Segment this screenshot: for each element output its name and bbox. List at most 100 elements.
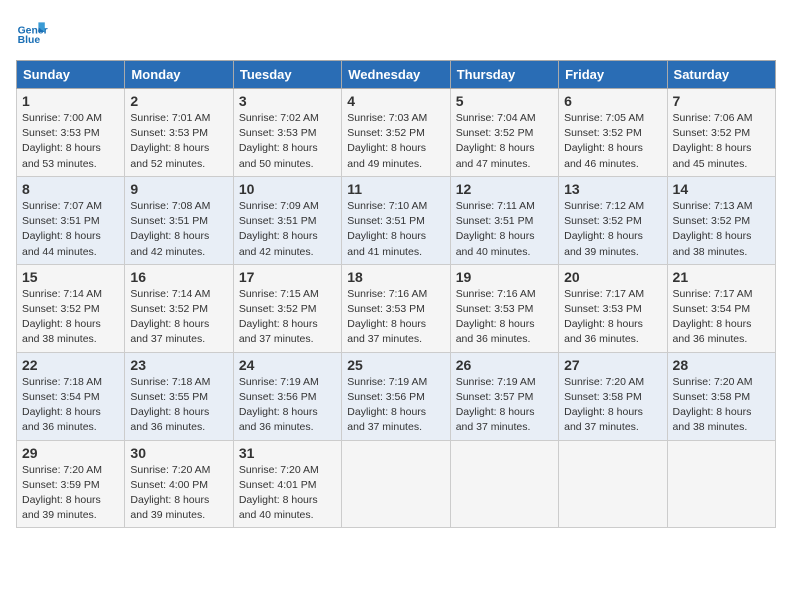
day-info: Sunrise: 7:18 AM Sunset: 3:55 PM Dayligh… xyxy=(130,375,227,436)
day-number: 8 xyxy=(22,181,119,197)
week-row-1: 1 Sunrise: 7:00 AM Sunset: 3:53 PM Dayli… xyxy=(17,89,776,177)
day-info: Sunrise: 7:06 AM Sunset: 3:52 PM Dayligh… xyxy=(673,111,770,172)
day-info: Sunrise: 7:00 AM Sunset: 3:53 PM Dayligh… xyxy=(22,111,119,172)
day-cell: 9 Sunrise: 7:08 AM Sunset: 3:51 PM Dayli… xyxy=(125,176,233,264)
day-cell: 29 Sunrise: 7:20 AM Sunset: 3:59 PM Dayl… xyxy=(17,440,125,528)
day-number: 18 xyxy=(347,269,444,285)
day-info: Sunrise: 7:20 AM Sunset: 3:58 PM Dayligh… xyxy=(564,375,661,436)
header-monday: Monday xyxy=(125,61,233,89)
day-info: Sunrise: 7:19 AM Sunset: 3:57 PM Dayligh… xyxy=(456,375,553,436)
day-info: Sunrise: 7:20 AM Sunset: 3:59 PM Dayligh… xyxy=(22,463,119,524)
logo: General Blue xyxy=(16,16,52,48)
header-wednesday: Wednesday xyxy=(342,61,450,89)
day-number: 4 xyxy=(347,93,444,109)
day-cell xyxy=(450,440,558,528)
day-cell: 20 Sunrise: 7:17 AM Sunset: 3:53 PM Dayl… xyxy=(559,264,667,352)
day-info: Sunrise: 7:15 AM Sunset: 3:52 PM Dayligh… xyxy=(239,287,336,348)
day-number: 2 xyxy=(130,93,227,109)
day-number: 29 xyxy=(22,445,119,461)
day-cell xyxy=(342,440,450,528)
day-number: 14 xyxy=(673,181,770,197)
day-cell: 21 Sunrise: 7:17 AM Sunset: 3:54 PM Dayl… xyxy=(667,264,775,352)
header-tuesday: Tuesday xyxy=(233,61,341,89)
day-cell: 19 Sunrise: 7:16 AM Sunset: 3:53 PM Dayl… xyxy=(450,264,558,352)
day-number: 28 xyxy=(673,357,770,373)
day-number: 1 xyxy=(22,93,119,109)
day-cell: 13 Sunrise: 7:12 AM Sunset: 3:52 PM Dayl… xyxy=(559,176,667,264)
day-info: Sunrise: 7:11 AM Sunset: 3:51 PM Dayligh… xyxy=(456,199,553,260)
day-info: Sunrise: 7:02 AM Sunset: 3:53 PM Dayligh… xyxy=(239,111,336,172)
header-thursday: Thursday xyxy=(450,61,558,89)
day-number: 26 xyxy=(456,357,553,373)
day-info: Sunrise: 7:20 AM Sunset: 3:58 PM Dayligh… xyxy=(673,375,770,436)
day-info: Sunrise: 7:03 AM Sunset: 3:52 PM Dayligh… xyxy=(347,111,444,172)
week-row-5: 29 Sunrise: 7:20 AM Sunset: 3:59 PM Dayl… xyxy=(17,440,776,528)
day-number: 24 xyxy=(239,357,336,373)
day-info: Sunrise: 7:20 AM Sunset: 4:00 PM Dayligh… xyxy=(130,463,227,524)
header-friday: Friday xyxy=(559,61,667,89)
week-row-3: 15 Sunrise: 7:14 AM Sunset: 3:52 PM Dayl… xyxy=(17,264,776,352)
day-cell: 24 Sunrise: 7:19 AM Sunset: 3:56 PM Dayl… xyxy=(233,352,341,440)
day-number: 9 xyxy=(130,181,227,197)
day-info: Sunrise: 7:16 AM Sunset: 3:53 PM Dayligh… xyxy=(347,287,444,348)
day-cell: 12 Sunrise: 7:11 AM Sunset: 3:51 PM Dayl… xyxy=(450,176,558,264)
day-info: Sunrise: 7:05 AM Sunset: 3:52 PM Dayligh… xyxy=(564,111,661,172)
day-info: Sunrise: 7:12 AM Sunset: 3:52 PM Dayligh… xyxy=(564,199,661,260)
day-number: 13 xyxy=(564,181,661,197)
day-number: 23 xyxy=(130,357,227,373)
day-cell: 23 Sunrise: 7:18 AM Sunset: 3:55 PM Dayl… xyxy=(125,352,233,440)
day-number: 17 xyxy=(239,269,336,285)
week-row-4: 22 Sunrise: 7:18 AM Sunset: 3:54 PM Dayl… xyxy=(17,352,776,440)
day-info: Sunrise: 7:18 AM Sunset: 3:54 PM Dayligh… xyxy=(22,375,119,436)
day-cell: 5 Sunrise: 7:04 AM Sunset: 3:52 PM Dayli… xyxy=(450,89,558,177)
day-number: 3 xyxy=(239,93,336,109)
day-cell: 30 Sunrise: 7:20 AM Sunset: 4:00 PM Dayl… xyxy=(125,440,233,528)
day-cell: 3 Sunrise: 7:02 AM Sunset: 3:53 PM Dayli… xyxy=(233,89,341,177)
day-info: Sunrise: 7:20 AM Sunset: 4:01 PM Dayligh… xyxy=(239,463,336,524)
day-cell: 31 Sunrise: 7:20 AM Sunset: 4:01 PM Dayl… xyxy=(233,440,341,528)
day-number: 12 xyxy=(456,181,553,197)
day-number: 5 xyxy=(456,93,553,109)
day-cell: 17 Sunrise: 7:15 AM Sunset: 3:52 PM Dayl… xyxy=(233,264,341,352)
day-number: 20 xyxy=(564,269,661,285)
day-cell: 6 Sunrise: 7:05 AM Sunset: 3:52 PM Dayli… xyxy=(559,89,667,177)
day-info: Sunrise: 7:10 AM Sunset: 3:51 PM Dayligh… xyxy=(347,199,444,260)
day-cell: 25 Sunrise: 7:19 AM Sunset: 3:56 PM Dayl… xyxy=(342,352,450,440)
day-cell: 18 Sunrise: 7:16 AM Sunset: 3:53 PM Dayl… xyxy=(342,264,450,352)
day-info: Sunrise: 7:14 AM Sunset: 3:52 PM Dayligh… xyxy=(22,287,119,348)
day-cell: 16 Sunrise: 7:14 AM Sunset: 3:52 PM Dayl… xyxy=(125,264,233,352)
day-cell: 15 Sunrise: 7:14 AM Sunset: 3:52 PM Dayl… xyxy=(17,264,125,352)
day-info: Sunrise: 7:08 AM Sunset: 3:51 PM Dayligh… xyxy=(130,199,227,260)
header-sunday: Sunday xyxy=(17,61,125,89)
day-number: 31 xyxy=(239,445,336,461)
day-number: 6 xyxy=(564,93,661,109)
day-info: Sunrise: 7:19 AM Sunset: 3:56 PM Dayligh… xyxy=(239,375,336,436)
day-info: Sunrise: 7:17 AM Sunset: 3:54 PM Dayligh… xyxy=(673,287,770,348)
header-saturday: Saturday xyxy=(667,61,775,89)
svg-text:Blue: Blue xyxy=(18,35,41,46)
day-cell: 26 Sunrise: 7:19 AM Sunset: 3:57 PM Dayl… xyxy=(450,352,558,440)
day-cell: 11 Sunrise: 7:10 AM Sunset: 3:51 PM Dayl… xyxy=(342,176,450,264)
day-info: Sunrise: 7:17 AM Sunset: 3:53 PM Dayligh… xyxy=(564,287,661,348)
day-info: Sunrise: 7:13 AM Sunset: 3:52 PM Dayligh… xyxy=(673,199,770,260)
day-number: 27 xyxy=(564,357,661,373)
day-cell: 22 Sunrise: 7:18 AM Sunset: 3:54 PM Dayl… xyxy=(17,352,125,440)
day-info: Sunrise: 7:14 AM Sunset: 3:52 PM Dayligh… xyxy=(130,287,227,348)
week-row-2: 8 Sunrise: 7:07 AM Sunset: 3:51 PM Dayli… xyxy=(17,176,776,264)
day-number: 22 xyxy=(22,357,119,373)
calendar-header-row: SundayMondayTuesdayWednesdayThursdayFrid… xyxy=(17,61,776,89)
day-cell: 8 Sunrise: 7:07 AM Sunset: 3:51 PM Dayli… xyxy=(17,176,125,264)
day-number: 25 xyxy=(347,357,444,373)
calendar-table: SundayMondayTuesdayWednesdayThursdayFrid… xyxy=(16,60,776,528)
day-info: Sunrise: 7:19 AM Sunset: 3:56 PM Dayligh… xyxy=(347,375,444,436)
day-info: Sunrise: 7:07 AM Sunset: 3:51 PM Dayligh… xyxy=(22,199,119,260)
logo-icon: General Blue xyxy=(16,16,48,48)
day-info: Sunrise: 7:16 AM Sunset: 3:53 PM Dayligh… xyxy=(456,287,553,348)
day-number: 7 xyxy=(673,93,770,109)
day-info: Sunrise: 7:09 AM Sunset: 3:51 PM Dayligh… xyxy=(239,199,336,260)
day-cell: 1 Sunrise: 7:00 AM Sunset: 3:53 PM Dayli… xyxy=(17,89,125,177)
day-cell: 10 Sunrise: 7:09 AM Sunset: 3:51 PM Dayl… xyxy=(233,176,341,264)
day-number: 30 xyxy=(130,445,227,461)
day-number: 15 xyxy=(22,269,119,285)
day-number: 19 xyxy=(456,269,553,285)
